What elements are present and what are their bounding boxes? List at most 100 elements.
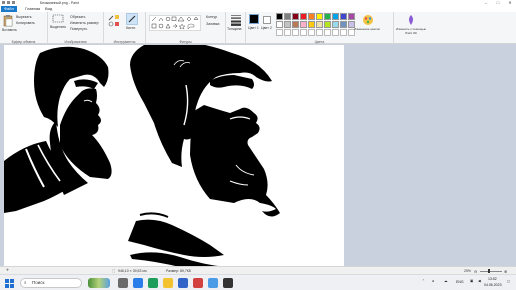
palette-swatch[interactable] [348,13,355,20]
palette-swatch[interactable] [332,21,339,28]
windows-start-icon[interactable] [5,279,14,288]
palette-swatch[interactable] [300,21,307,28]
paint3d-group: Изменить с помощью Paint 3D [394,12,428,44]
cut-button[interactable]: Вырезать [16,15,32,19]
palette-swatch[interactable] [324,21,331,28]
select-icon[interactable] [52,14,64,24]
palette-swatch[interactable] [340,21,347,28]
taskbar-search[interactable]: ⌕ Поиск [20,278,82,288]
undo-icon[interactable] [7,1,10,4]
save-icon[interactable] [2,1,5,4]
widgets-icon[interactable] [88,278,110,288]
image-dimensions: 946,10 × 39,53 см [118,269,147,273]
color2-swatch[interactable] [263,16,271,24]
drawing-canvas[interactable] [4,41,344,283]
palette-swatch[interactable] [316,21,323,28]
shapes-gallery[interactable] [149,15,201,31]
notifications-icon[interactable]: ◻ [507,279,510,283]
palette-empty-swatch[interactable] [300,29,307,36]
file-explorer-icon[interactable] [163,278,173,288]
clock-time[interactable]: 13:52 [488,277,497,281]
colors-group: Цвет 1 Цвет 2 Изменение цветов Цвета [246,12,394,44]
redo-icon[interactable] [12,1,15,4]
palette-empty-swatch[interactable] [332,29,339,36]
palette-empty-swatch[interactable] [292,29,299,36]
rotate-button[interactable]: Повернуть [70,27,87,31]
palette-swatch[interactable] [292,21,299,28]
paint3d-button[interactable]: Изменить с помощью Paint 3D [394,27,428,35]
copy-button[interactable]: Копировать [16,21,35,25]
dimensions-icon: ⬚ [112,269,116,273]
left-portrait [4,46,112,213]
edit-colors-button[interactable]: Изменение цветов [354,27,380,31]
clock-date[interactable]: 04.06.2023 [484,283,502,287]
paint-icon[interactable] [208,278,218,288]
shapes-group: Контур Заливка Фигуры [146,12,226,44]
bearded-man-drawing [4,41,280,272]
brushes-icon[interactable] [126,13,138,25]
color-palette [276,13,356,39]
paste-button[interactable]: Вставить [2,28,17,32]
network-icon[interactable]: ▣ [470,279,473,283]
file-size: Размер: 89,7КБ [166,269,192,273]
size-group: Толщина [226,12,246,44]
palette-empty-swatch[interactable] [284,29,291,36]
resize-button[interactable]: Изменить размер [70,21,99,25]
outline-dropdown[interactable]: Контур [206,15,217,19]
color1-swatch[interactable] [249,14,259,24]
palette-empty-swatch[interactable] [340,29,347,36]
ribbon: Вставить Вырезать Копировать Буфер обмен… [0,12,516,44]
zoom-slider-thumb[interactable] [488,269,490,273]
clipboard-group: Вставить Вырезать Копировать Буфер обмен… [0,12,48,44]
right-portrait [128,41,280,272]
zoom-level: 25% [464,269,472,273]
paint3d-icon[interactable] [405,14,417,26]
app-icon-dark[interactable] [223,278,233,288]
chrome-icon[interactable] [133,278,143,288]
select-button[interactable]: Выделить [50,25,66,29]
quick-access-toolbar [2,1,15,4]
palette-swatch[interactable] [332,13,339,20]
palette-swatch[interactable] [308,21,315,28]
color2-label: Цвет 2 [261,26,272,30]
palette-swatch[interactable] [324,13,331,20]
language-indicator[interactable]: ENG [456,280,464,284]
palette-empty-swatch[interactable] [324,29,331,36]
palette-empty-swatch[interactable] [308,29,315,36]
palette-swatch[interactable] [308,13,315,20]
palette-swatch[interactable] [276,13,283,20]
task-view-icon[interactable] [118,278,128,288]
volume-icon[interactable]: ◀ [478,279,481,283]
palette-swatch[interactable] [292,13,299,20]
palette-swatch[interactable] [316,13,323,20]
palette-empty-swatch[interactable] [276,29,283,36]
store-icon[interactable] [178,278,188,288]
tools-group: Кисти Инструменты [104,12,146,44]
size-icon[interactable] [230,14,242,26]
edge-icon[interactable] [148,278,158,288]
palette-empty-swatch[interactable] [316,29,323,36]
taskbar: ⌕ Поиск ⌃ ● ☁ ENG ▣ ◀ 13:52 04.06.2023 ◻ [0,274,516,290]
canvas-area [0,41,516,283]
palette-swatch[interactable] [300,13,307,20]
edit-colors-icon[interactable] [362,14,374,26]
palette-swatch[interactable] [276,21,283,28]
palette-swatch[interactable] [340,13,347,20]
paste-icon[interactable] [3,14,13,27]
cursor-position-icon: ✛ [6,268,9,272]
cloud-icon[interactable]: ☁ [444,279,448,283]
crop-button[interactable]: Обрезать [70,15,85,19]
zoom-slider[interactable] [480,270,502,272]
tray-app-icon[interactable]: ● [432,279,434,283]
tray-chevron-icon[interactable]: ⌃ [422,279,425,283]
palette-swatch[interactable] [284,21,291,28]
status-bar: ✛ ⬚ 946,10 × 39,53 см Размер: 89,7КБ 25%… [0,266,516,274]
tool-icons[interactable] [107,14,121,30]
palette-swatch[interactable] [284,13,291,20]
image-group: Выделить Обрезать Изменить размер Поверн… [48,12,104,44]
app-icon-red[interactable] [193,278,203,288]
window-title: Безымянный.png - Paint [40,0,79,5]
color1-label: Цвет 1 [248,26,259,30]
search-icon: ⌕ [24,280,27,285]
fill-dropdown[interactable]: Заливка [206,22,219,26]
